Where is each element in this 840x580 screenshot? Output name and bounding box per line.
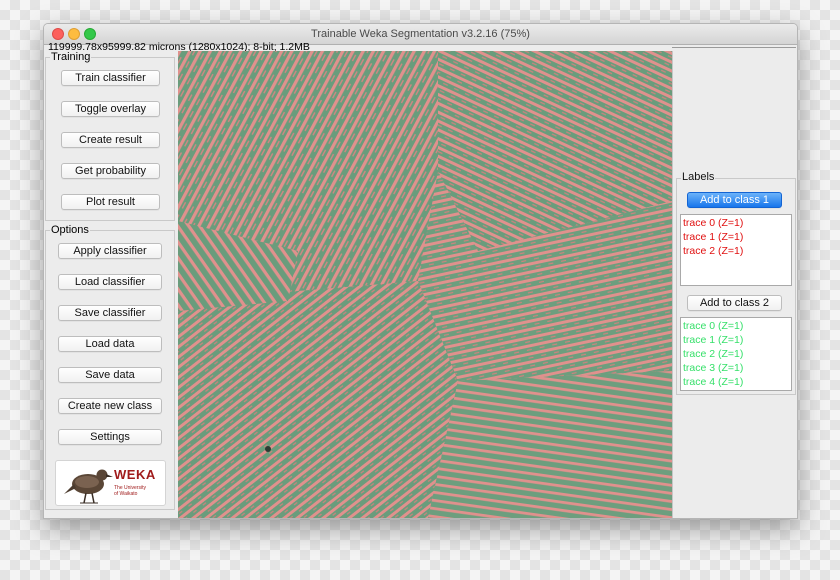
close-window-button[interactable] — [52, 28, 64, 40]
plot-result-button[interactable]: Plot result — [61, 194, 160, 210]
class-2-trace-list[interactable]: trace 0 (Z=1) trace 1 (Z=1) trace 2 (Z=1… — [680, 317, 792, 391]
get-probability-button[interactable]: Get probability — [61, 163, 160, 179]
segmentation-image — [178, 51, 672, 518]
class-1-trace-item[interactable]: trace 2 (Z=1) — [683, 244, 791, 258]
class-1-trace-item[interactable]: trace 1 (Z=1) — [683, 230, 791, 244]
train-classifier-button[interactable]: Train classifier — [61, 70, 160, 86]
weka-logo: WEKA The University of Waikato — [55, 460, 166, 506]
class-2-trace-item[interactable]: trace 2 (Z=1) — [683, 347, 791, 361]
class-1-trace-item[interactable]: trace 0 (Z=1) — [683, 216, 791, 230]
class-2-trace-item[interactable]: trace 0 (Z=1) — [683, 319, 791, 333]
labels-title: Labels — [681, 171, 716, 183]
class-2-trace-item[interactable]: trace 1 (Z=1) — [683, 333, 791, 347]
window-title: Trainable Weka Segmentation v3.2.16 (75%… — [311, 28, 530, 40]
save-classifier-button[interactable]: Save classifier — [58, 305, 162, 321]
logo-subtitle: The University of Waikato — [114, 485, 146, 497]
labels-sidebar: Labels Add to class 1 trace 0 (Z=1) trac… — [672, 51, 797, 518]
training-title: Training — [50, 51, 92, 63]
create-new-class-button[interactable]: Create new class — [58, 398, 162, 414]
zoom-window-button[interactable] — [84, 28, 96, 40]
weka-bird-icon — [64, 469, 113, 504]
class-2-trace-item[interactable]: trace 3 (Z=1) — [683, 361, 791, 375]
settings-button[interactable]: Settings — [58, 429, 162, 445]
load-data-button[interactable]: Load data — [58, 336, 162, 352]
class-1-trace-list[interactable]: trace 0 (Z=1) trace 1 (Z=1) trace 2 (Z=1… — [680, 214, 792, 286]
class-2-trace-item[interactable]: trace 4 (Z=1) — [683, 375, 791, 389]
save-data-button[interactable]: Save data — [58, 367, 162, 383]
create-result-button[interactable]: Create result — [61, 132, 160, 148]
add-to-class-2-button[interactable]: Add to class 2 — [687, 295, 782, 311]
logo-wordmark: WEKA — [114, 467, 156, 482]
load-classifier-button[interactable]: Load classifier — [58, 274, 162, 290]
minimize-window-button[interactable] — [68, 28, 80, 40]
image-canvas[interactable] — [178, 51, 672, 518]
apply-classifier-button[interactable]: Apply classifier — [58, 243, 162, 259]
toggle-overlay-button[interactable]: Toggle overlay — [61, 101, 160, 117]
divider — [672, 47, 796, 48]
add-to-class-1-button[interactable]: Add to class 1 — [687, 192, 782, 208]
options-title: Options — [50, 224, 90, 236]
app-window: Trainable Weka Segmentation v3.2.16 (75%… — [43, 23, 798, 519]
